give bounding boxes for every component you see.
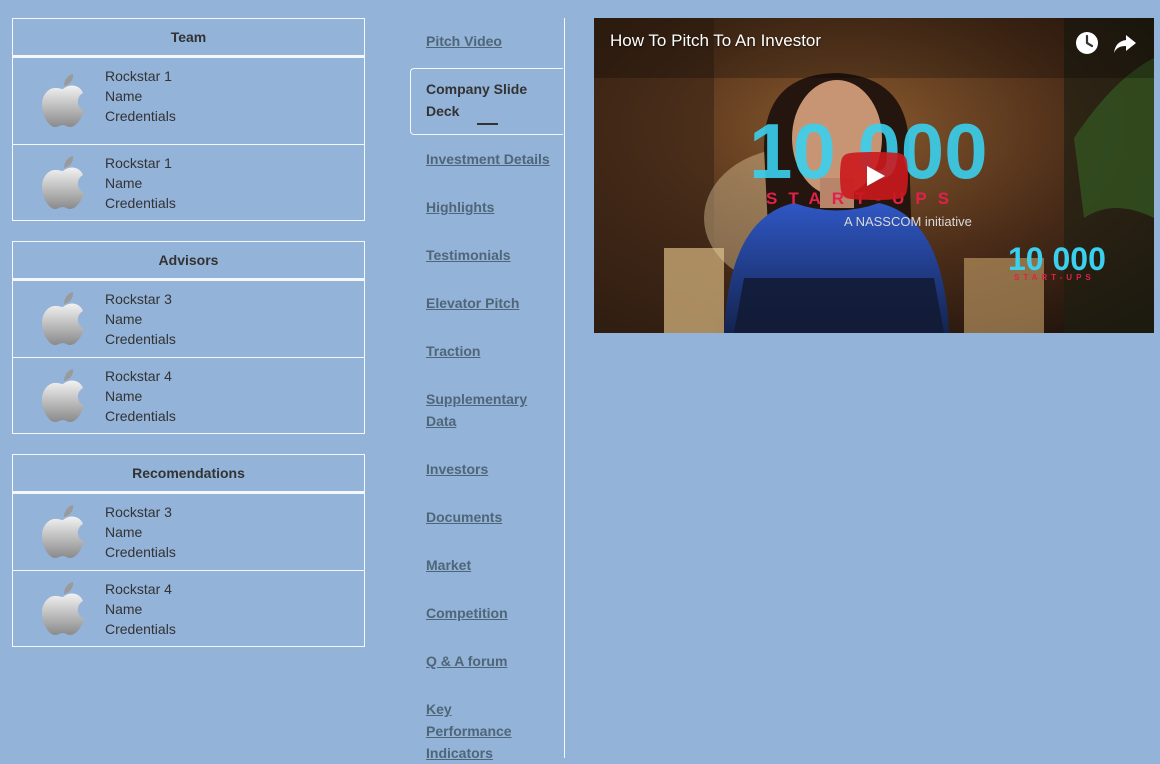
recommendation-member[interactable]: Rockstar 3 Name Credentials [13, 493, 364, 570]
apple-logo-icon [41, 292, 84, 345]
nav-pitch-video[interactable]: Pitch Video [426, 30, 556, 52]
member-credentials-line: Credentials [105, 408, 176, 424]
member-role-line: Name [105, 524, 143, 540]
nav-testimonials[interactable]: Testimonials [426, 244, 556, 266]
apple-logo-icon [41, 74, 84, 127]
recommendations-card-title: Recomendations [13, 455, 364, 493]
active-indicator [477, 123, 498, 125]
video-overlay-initiative-text: A NASSCOM initiative [844, 214, 972, 229]
video-corner-sub-text: START-UPS [1014, 273, 1095, 282]
nav-investors[interactable]: Investors [426, 458, 556, 480]
member-name-line: Rockstar 4 [105, 368, 172, 384]
advisor-member[interactable]: Rockstar 3 Name Credentials [13, 280, 364, 357]
member-role-line: Name [105, 601, 143, 617]
nav-q-and-a-forum[interactable]: Q & A forum [426, 650, 556, 672]
member-name-line: Rockstar 3 [105, 291, 172, 307]
nav-elevator-pitch[interactable]: Elevator Pitch [426, 292, 556, 314]
member-role-line: Name [105, 175, 143, 191]
member-credentials-line: Credentials [105, 108, 176, 124]
share-icon[interactable] [1112, 30, 1138, 56]
advisors-card-title: Advisors [13, 242, 364, 280]
video-title[interactable]: How To Pitch To An Investor [610, 31, 821, 51]
nav-company-slide-deck-label: Company Slide Deck [426, 81, 528, 119]
team-member[interactable]: Rockstar 1 Name Credentials [13, 57, 364, 144]
team-card-title: Team [13, 19, 364, 57]
member-role-line: Name [105, 88, 143, 104]
member-name-line: Rockstar 4 [105, 581, 172, 597]
nav-highlights[interactable]: Highlights [426, 196, 556, 218]
member-name-line: Rockstar 1 [105, 68, 172, 84]
play-icon[interactable] [840, 152, 908, 200]
recommendations-card: Recomendations Rockstar 3 Name Credentia… [12, 454, 365, 647]
pitch-video-player[interactable]: 10 000 START-UPS A NASSCOM initiative 10… [594, 18, 1154, 333]
member-credentials-line: Credentials [105, 544, 176, 560]
apple-logo-icon [41, 581, 84, 635]
nav-documents[interactable]: Documents [426, 506, 556, 528]
member-role-line: Name [105, 311, 143, 327]
nav-investment-details[interactable]: Investment Details [426, 148, 556, 170]
member-credentials-line: Credentials [105, 621, 176, 637]
nav-company-slide-deck[interactable]: Company Slide Deck [410, 68, 563, 135]
section-nav: Pitch Video Company Slide Deck Investmen… [410, 18, 565, 761]
nav-key-performance-indicators[interactable]: Key Performance Indicators [426, 698, 541, 764]
member-credentials-line: Credentials [105, 195, 176, 211]
apple-logo-icon [41, 155, 84, 209]
clock-icon[interactable] [1074, 30, 1100, 56]
apple-logo-icon [41, 505, 84, 558]
apple-logo-icon [41, 368, 84, 422]
team-card: Team Rockstar 1 Name Credentials Rocksta… [12, 18, 365, 221]
nav-supplementary-data[interactable]: Supplementary Data [426, 388, 536, 432]
nav-competition[interactable]: Competition [426, 602, 556, 624]
nav-traction[interactable]: Traction [426, 340, 556, 362]
advisor-member[interactable]: Rockstar 4 Name Credentials [13, 357, 364, 433]
member-name-line: Rockstar 1 [105, 155, 172, 171]
advisors-card: Advisors Rockstar 3 Name Credentials Roc… [12, 241, 365, 434]
nav-market[interactable]: Market [426, 554, 556, 576]
member-name-line: Rockstar 3 [105, 504, 172, 520]
recommendation-member[interactable]: Rockstar 4 Name Credentials [13, 570, 364, 646]
member-credentials-line: Credentials [105, 331, 176, 347]
member-role-line: Name [105, 388, 143, 404]
video-corner-logo-text: 10 000 [1008, 241, 1106, 277]
team-member[interactable]: Rockstar 1 Name Credentials [13, 144, 364, 220]
